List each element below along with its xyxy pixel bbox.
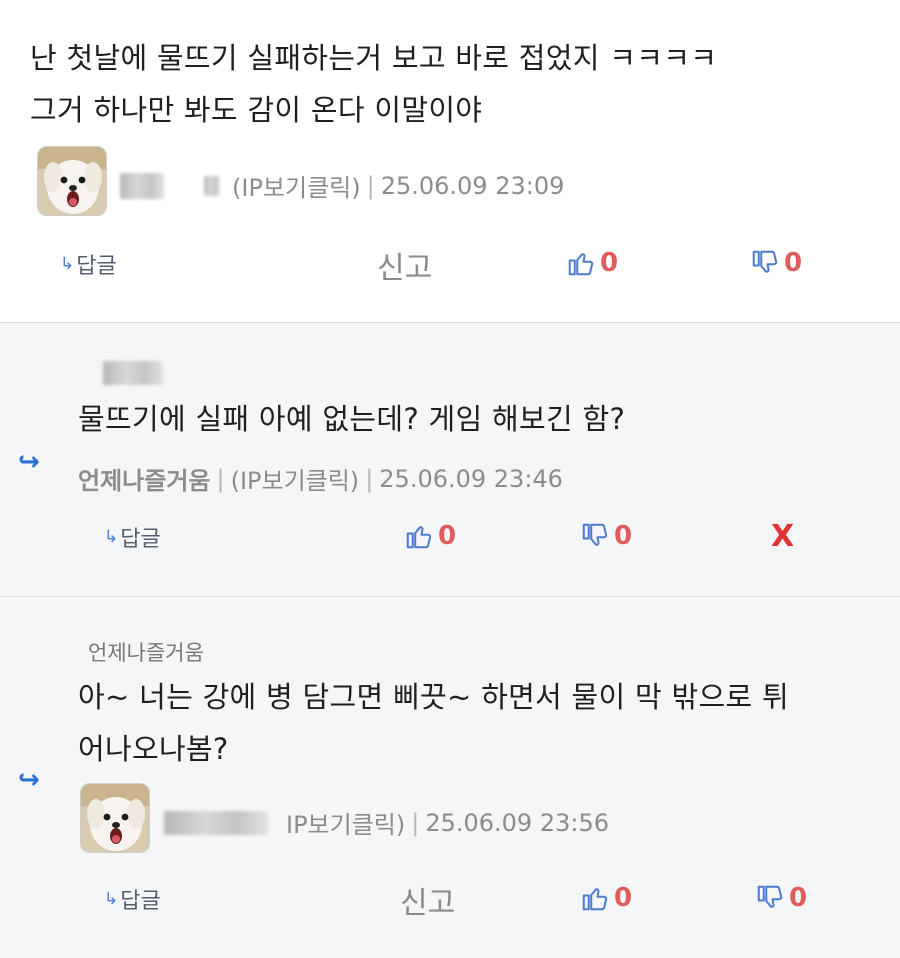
reply-comment-item: 물뜨기에 실패 아예 없는데? 게임 해보긴 함? ↪ 언제나즐거움 | (IP… [0,322,900,596]
blurred-parent [103,361,163,385]
reply-indicator-icon: ↪ [18,765,40,795]
upvote-button[interactable]: 0 [404,521,456,551]
thumbs-down-icon [580,521,610,551]
reply-arrow-icon: ↳ [60,254,75,274]
reply-button[interactable]: ↳ 답글 [104,521,161,553]
blurred-author [164,810,268,835]
comment-meta: 언제나즐거움 | (IP보기클릭) | 25.06.09 23:46 [78,461,563,496]
ip-link[interactable]: (IP보기클릭) [231,461,360,496]
comment-text: 난 첫날에 물뜨기 실패하는거 보고 바로 접었지 ㅋㅋㅋㅋ 그거 하나만 봐도… [30,32,717,136]
timestamp: 25.06.09 23:09 [380,171,565,200]
comment-text-line: 아~ 너는 강에 병 담그면 삐끗~ 하면서 물이 막 밖으로 튀 [78,680,789,714]
delete-button[interactable]: X [771,519,794,554]
divider: | [366,171,375,200]
thumbs-down-icon [755,883,785,913]
comment-meta: (IP보기클릭) | 25.06.09 23:09 [120,168,564,203]
report-button[interactable]: 신고 [400,878,455,922]
divider: | [365,464,374,493]
downvote-count: 0 [784,248,803,278]
downvote-button[interactable]: 0 [755,883,807,913]
reply-label: 답글 [120,889,161,914]
comment-text: 아~ 너는 강에 병 담그면 삐끗~ 하면서 물이 막 밖으로 튀 어나오나봄? [78,671,789,775]
downvote-count: 0 [789,883,808,913]
comment-text: 물뜨기에 실패 아예 없는데? 게임 해보긴 함? [78,402,626,436]
upvote-button[interactable]: 0 [580,883,632,913]
thumbs-down-icon [750,248,780,278]
downvote-count: 0 [614,521,633,551]
reply-arrow-icon: ↳ [104,889,119,909]
comment-text-line: 난 첫날에 물뜨기 실패하는거 보고 바로 접었지 ㅋㅋㅋㅋ [30,41,718,75]
reply-label: 답글 [76,254,117,279]
timestamp: 25.06.09 23:46 [379,464,563,493]
ip-link[interactable]: (IP보기클릭) [232,168,361,203]
comment-item: 난 첫날에 물뜨기 실패하는거 보고 바로 접었지 ㅋㅋㅋㅋ 그거 하나만 봐도… [0,0,900,322]
upvote-count: 0 [614,883,633,913]
downvote-button[interactable]: 0 [580,521,632,551]
blurred-author [120,172,164,199]
thumbs-up-icon [580,883,610,913]
blurred-author [204,175,220,196]
downvote-button[interactable]: 0 [750,248,802,278]
comment-meta: IP보기클릭) | 25.06.09 23:56 [164,805,609,840]
ip-link[interactable]: IP보기클릭) [286,805,405,840]
author-name[interactable]: 언제나즐거움 [78,461,210,496]
upvote-button[interactable]: 0 [566,248,618,278]
timestamp: 25.06.09 23:56 [425,808,609,837]
thumbs-up-icon [566,248,596,278]
parent-author: 언제나즐거움 [88,641,204,665]
reply-indicator-icon: ↪ [18,447,40,477]
divider: | [411,808,420,837]
comment-text-line: 어나오나봄? [78,732,229,766]
comment-text-line: 그거 하나만 봐도 감이 온다 이말이야 [30,93,483,127]
divider: | [216,464,225,493]
reply-label: 답글 [120,527,161,552]
thumbs-up-icon [404,521,434,551]
reply-comment-item: 언제나즐거움 아~ 너는 강에 병 담그면 삐끗~ 하면서 물이 막 밖으로 튀… [0,596,900,958]
upvote-count: 0 [600,248,619,278]
reply-button[interactable]: ↳ 답글 [60,248,117,280]
upvote-count: 0 [438,521,457,551]
avatar[interactable] [80,783,150,853]
reply-button[interactable]: ↳ 답글 [104,883,161,915]
reply-arrow-icon: ↳ [104,527,119,547]
avatar[interactable] [37,146,107,216]
report-button[interactable]: 신고 [377,243,432,287]
